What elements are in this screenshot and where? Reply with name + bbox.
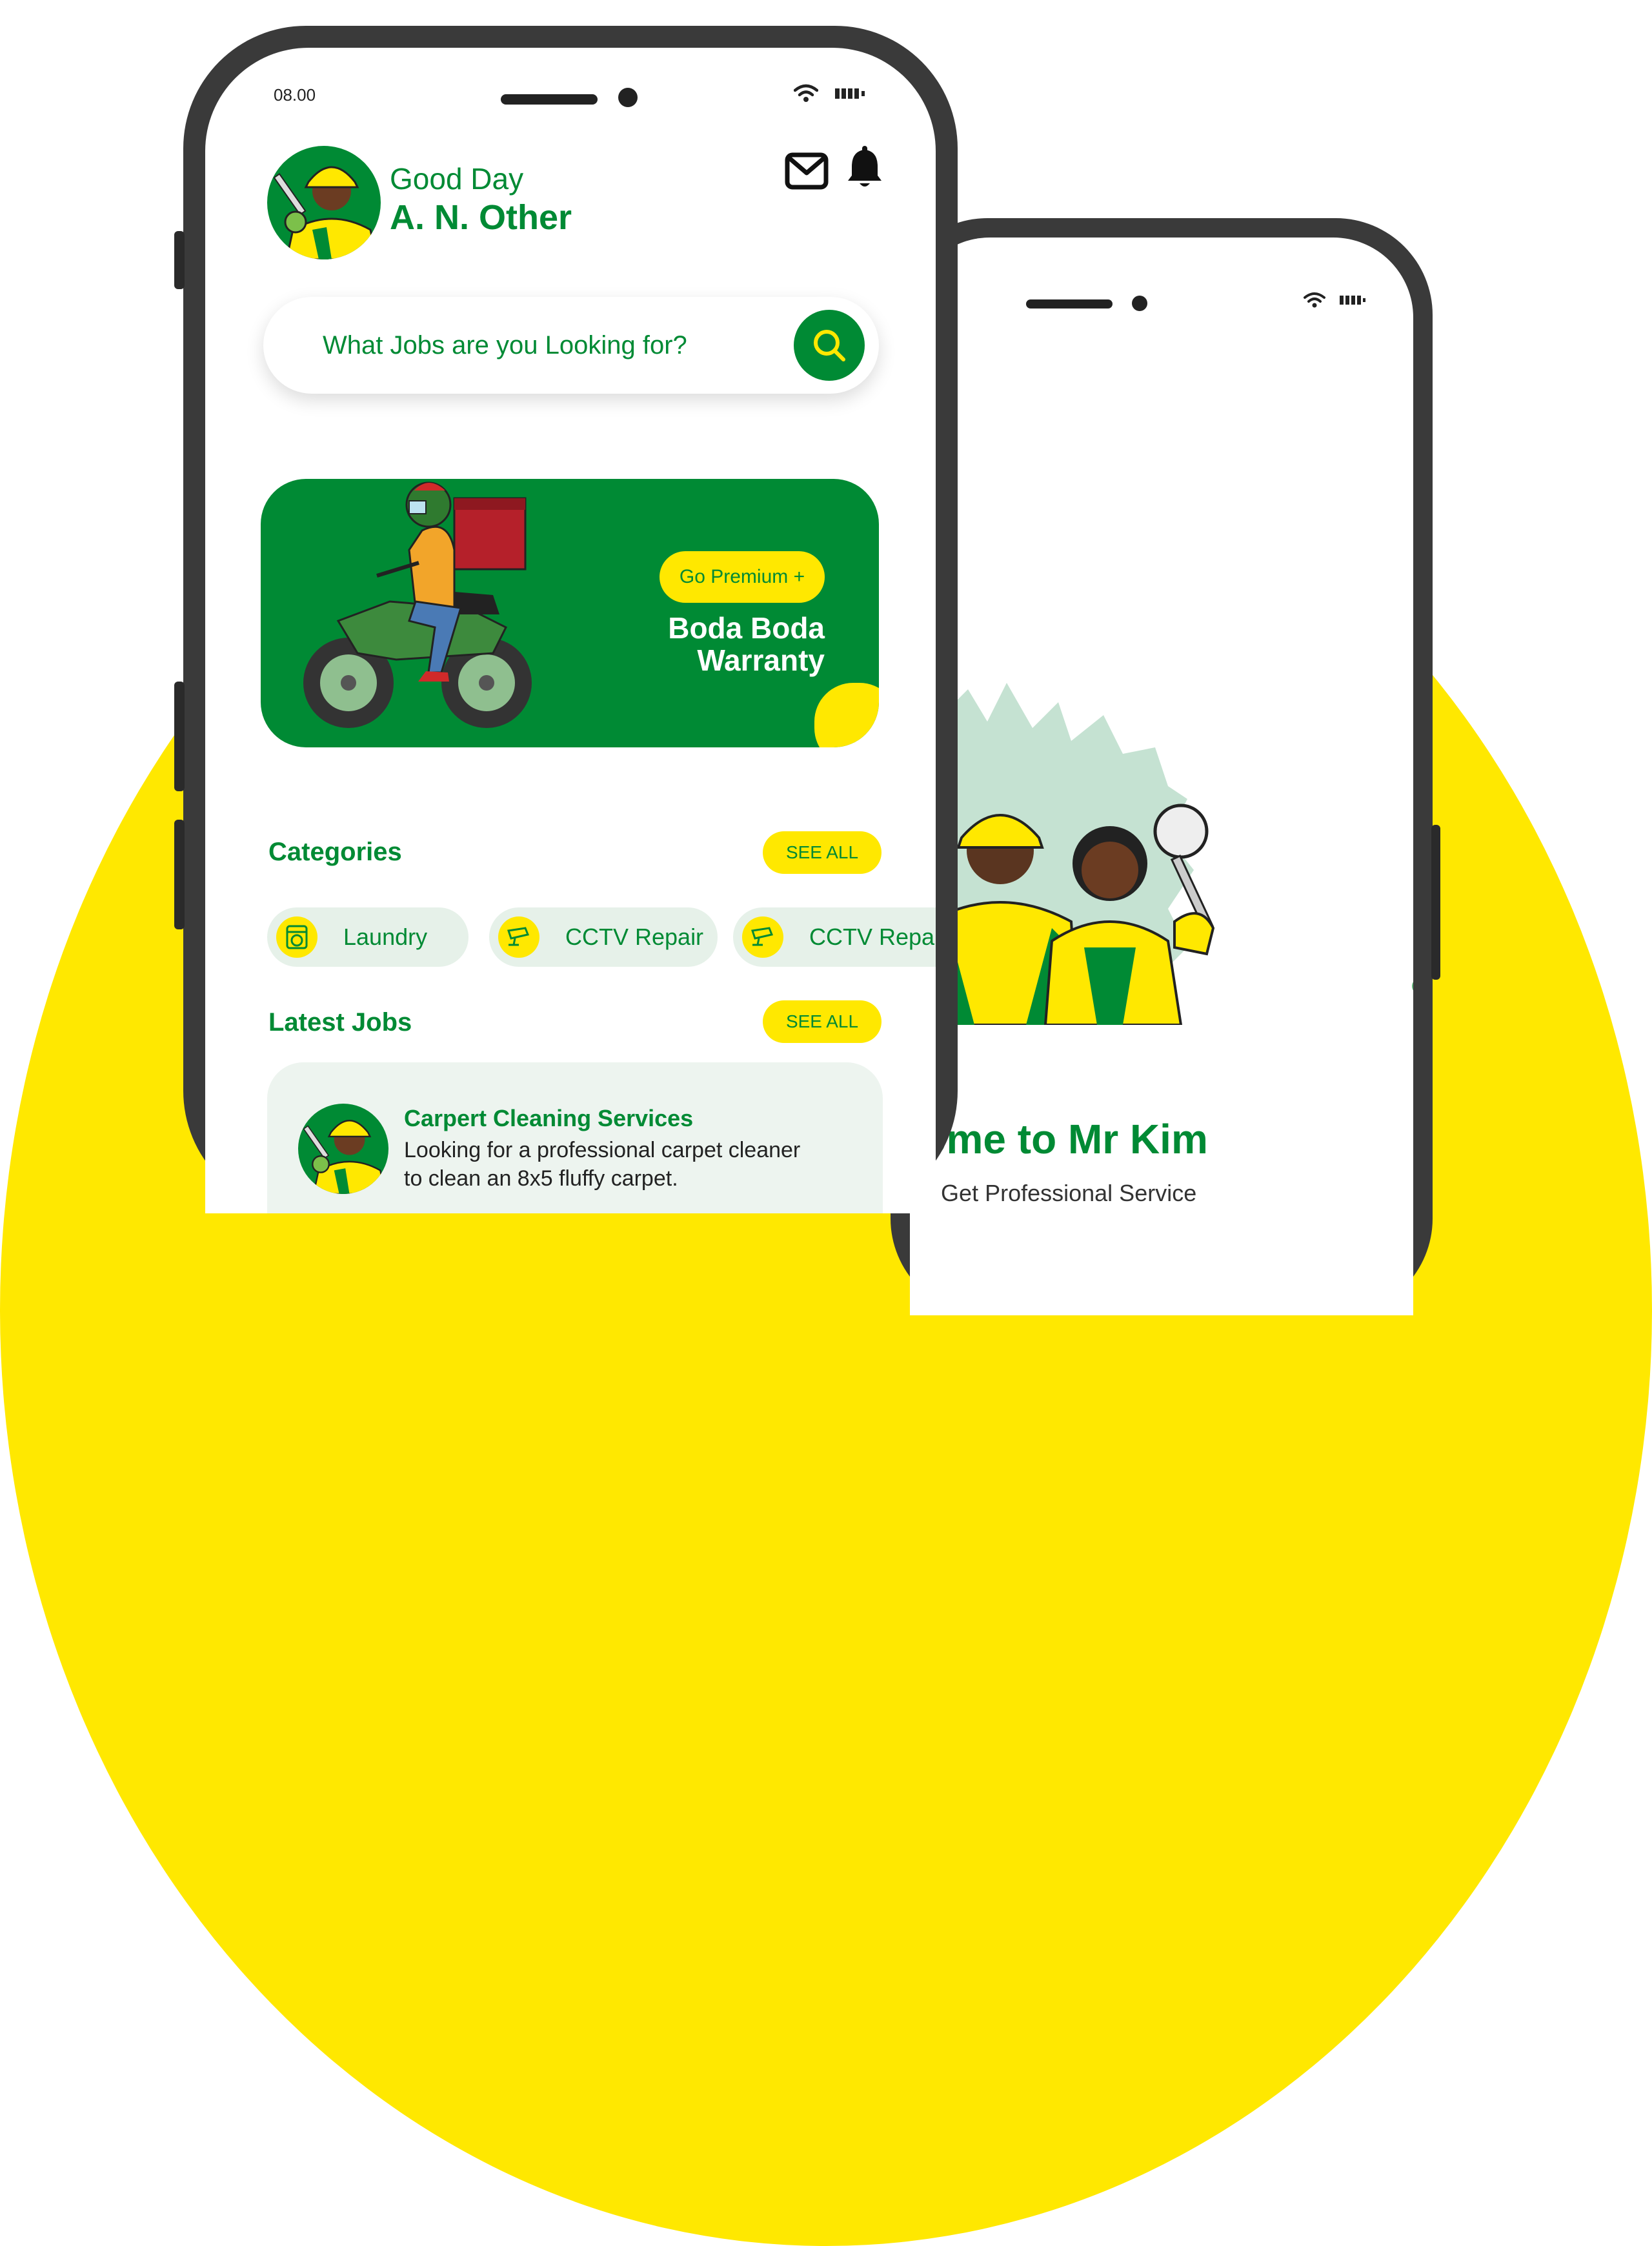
cctv-camera-icon [498,916,539,958]
side-button [1431,825,1440,980]
banner-title-line-1: Boda Boda [668,611,825,645]
wifi-icon [794,84,818,102]
speaker-notch [1026,299,1113,309]
premium-banner[interactable]: Go Premium + Boda Boda Warranty [261,479,879,747]
category-chip-laundry[interactable]: Laundry [267,907,468,967]
categories-title: Categories [268,838,402,866]
category-chip-cctv-repair-2[interactable]: CCTV Repair [733,907,936,967]
mute-switch [174,231,185,289]
workers-illustration [910,804,1215,1025]
category-label: Laundry [343,924,428,950]
washing-machine-icon [276,916,317,958]
search-bar [263,297,879,394]
front-phone-screen: 08.00 Good Day A. N. Other What Jobs are… [205,48,936,1213]
cctv-camera-icon [742,916,783,958]
page-indicator-dot [1412,978,1413,994]
camera-dot [1132,296,1147,311]
category-label: CCTV Repair [809,924,936,950]
bell-icon[interactable] [847,146,883,188]
welcome-title: lcome to Mr Kim [910,1116,1208,1162]
banner-title-line-2: Warranty [697,643,825,677]
battery-icon [1340,296,1365,305]
greeting-text: Good Day [390,162,524,196]
camera-dot [618,88,638,107]
go-premium-button[interactable]: Go Premium + [660,551,825,603]
back-phone-frame: lcome to Mr Kim in to Get Professional S… [891,218,1440,1315]
banner-title: Boda Boda Warranty [592,612,825,676]
status-icons [794,84,866,103]
worker-avatar-illustration [303,1120,387,1194]
category-label: CCTV Repair [565,924,704,950]
user-name: A. N. Other [390,198,572,237]
welcome-subtitle: in to Get Professional Service [910,1180,1197,1206]
worker-avatar-illustration [273,166,378,259]
front-phone-frame: 08.00 Good Day A. N. Other What Jobs are… [174,26,958,1213]
volume-down-button [174,820,185,929]
motorbike-rider-illustration [303,481,532,728]
status-time: 08.00 [274,85,316,105]
speaker-notch [501,94,598,105]
job-card[interactable]: Carpert Cleaning Services Looking for a … [267,1062,883,1213]
categories-see-all-button[interactable]: SEE ALL [763,831,881,874]
job-description: Looking for a professional carpet cleane… [404,1138,801,1191]
latest-jobs-see-all-button[interactable]: SEE ALL [763,1000,881,1043]
mail-icon[interactable] [785,152,829,190]
back-phone-screen: lcome to Mr Kim in to Get Professional S… [910,238,1413,1315]
search-input[interactable] [321,327,763,364]
user-avatar[interactable] [267,146,381,259]
volume-up-button [174,682,185,791]
banner-corner-accent [814,683,879,747]
search-button[interactable] [794,310,865,381]
category-chip-cctv-repair[interactable]: CCTV Repair [489,907,718,967]
job-avatar [298,1104,388,1194]
latest-jobs-title: Latest Jobs [268,1008,412,1037]
job-title: Carpert Cleaning Services [404,1105,694,1131]
wifi-icon [1304,292,1325,308]
back-status-icons [1304,292,1367,309]
battery-icon [835,88,865,99]
search-icon [814,330,845,361]
